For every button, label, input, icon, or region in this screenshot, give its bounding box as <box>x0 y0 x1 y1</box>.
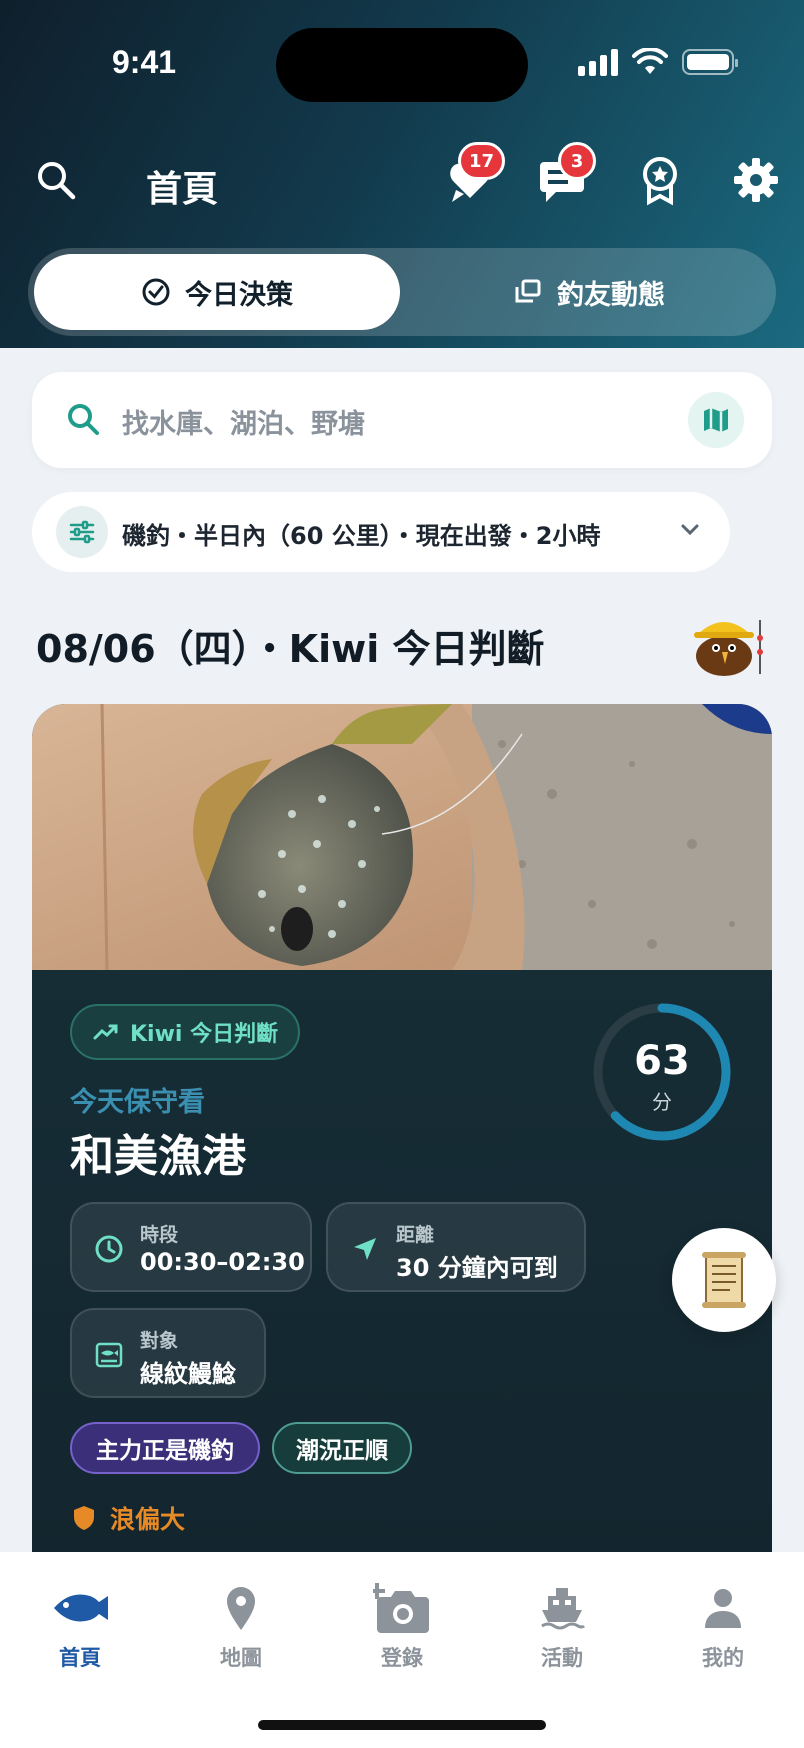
wifi-icon <box>632 48 668 74</box>
nav-label: 首頁 <box>59 1646 101 1670</box>
filter-sliders-icon <box>56 506 108 558</box>
fish-card-icon <box>95 1342 123 1368</box>
map-view-button[interactable] <box>688 392 744 448</box>
gear-icon <box>734 158 778 202</box>
chevron-down-icon <box>681 524 699 536</box>
nav-log[interactable]: 登錄 <box>342 1580 462 1672</box>
shield-icon <box>74 1506 94 1530</box>
tab-angler-feed[interactable]: 釣友動態 <box>408 254 770 330</box>
nav-profile[interactable]: 我的 <box>663 1580 783 1672</box>
kiwi-mascot-icon[interactable] <box>690 608 770 678</box>
ship-icon <box>541 1588 586 1630</box>
warning-text: 浪偏大 <box>110 1505 186 1534</box>
info-value: 30 分鐘內可到 <box>396 1254 558 1282</box>
info-label: 距離 <box>396 1224 435 1246</box>
score-value: 63 <box>634 1038 690 1084</box>
home-indicator <box>258 1720 546 1730</box>
achievements-button[interactable] <box>632 152 688 208</box>
segmented-tabs: 今日決策 釣友動態 <box>28 248 776 336</box>
cellular-signal-icon <box>578 48 618 76</box>
spot-name: 和美漁港 <box>70 1131 246 1182</box>
settings-button[interactable] <box>728 152 784 208</box>
trend-up-icon <box>93 1024 118 1040</box>
search-icon <box>68 404 99 435</box>
status-icons <box>578 48 738 76</box>
person-icon <box>705 1589 741 1628</box>
messages-badge: 3 <box>558 142 596 180</box>
chip-label: Kiwi 今日判斷 <box>130 1022 279 1047</box>
navigation-arrow-icon <box>354 1238 376 1260</box>
info-value: 線紋鰻鯰 <box>140 1360 236 1388</box>
messages-button[interactable]: 3 <box>536 142 596 208</box>
catch-photo <box>32 704 772 970</box>
nav-label: 活動 <box>541 1646 583 1670</box>
nav-label: 登錄 <box>381 1646 423 1670</box>
kiwi-judgement-chip: Kiwi 今日判斷 <box>70 1004 301 1060</box>
battery-icon <box>682 49 738 75</box>
recommendation-subhead: 今天保守看 <box>70 1087 205 1118</box>
status-time: 9:41 <box>112 44 177 80</box>
filter-summary-text: 磯釣・半日內（60 公里）・現在出發・2小時 <box>122 522 601 550</box>
search-field[interactable]: 找水庫、湖泊、野塘 <box>32 372 772 468</box>
nav-map[interactable]: 地圖 <box>181 1580 301 1672</box>
add-photo-icon <box>373 1583 429 1633</box>
nav-home[interactable]: 首頁 <box>20 1580 140 1672</box>
nav-activity[interactable]: 活動 <box>502 1580 622 1672</box>
search-placeholder: 找水庫、湖泊、野塘 <box>122 409 365 440</box>
info-label: 時段 <box>140 1224 179 1246</box>
tab-label: 釣友動態 <box>557 279 665 311</box>
tag-tide: 潮況正順 <box>272 1422 412 1474</box>
tab-label: 今日決策 <box>185 279 293 311</box>
tab-today-decision[interactable]: 今日決策 <box>34 254 400 330</box>
clock-icon <box>95 1235 123 1263</box>
nav-label: 我的 <box>702 1646 744 1670</box>
top-bar: 首頁 17 3 <box>0 140 804 220</box>
copy-stack-icon <box>515 279 541 303</box>
warning-row: 浪偏大 <box>72 1500 185 1536</box>
nav-label: 地圖 <box>220 1646 262 1670</box>
check-circle-icon <box>142 278 170 306</box>
info-target-species: 對象 線紋鰻鯰 <box>70 1308 266 1398</box>
dynamic-island <box>276 28 528 102</box>
score-unit: 分 <box>652 1090 672 1114</box>
info-time-slot: 時段 00:30–02:30 <box>70 1202 312 1292</box>
likes-button[interactable]: 17 <box>442 142 506 208</box>
bottom-navigation: 首頁 地圖 登錄 活動 我的 <box>0 1552 804 1748</box>
info-label: 對象 <box>140 1330 179 1352</box>
info-distance: 距離 30 分鐘內可到 <box>326 1202 586 1292</box>
section-title: 08/06（四）・Kiwi 今日判斷 <box>36 627 545 671</box>
map-pin-icon <box>227 1587 255 1630</box>
fishing-log-button[interactable] <box>672 1228 776 1332</box>
info-value: 00:30–02:30 <box>140 1248 305 1276</box>
map-icon <box>704 408 728 432</box>
fish-icon <box>54 1594 108 1622</box>
likes-badge: 17 <box>458 142 506 180</box>
search-icon[interactable] <box>34 158 78 202</box>
scroll-document-icon <box>702 1252 746 1308</box>
award-icon <box>643 157 677 206</box>
filter-summary-pill[interactable]: 磯釣・半日內（60 公里）・現在出發・2小時 <box>32 492 730 572</box>
tag-shore-fishing: 主力正是磯釣 <box>70 1422 260 1474</box>
page-title: 首頁 <box>146 169 219 210</box>
recommendation-card[interactable]: Kiwi 今日判斷 63 分 今天保守看 和美漁港 時段 00:30–02:30… <box>32 704 772 1564</box>
